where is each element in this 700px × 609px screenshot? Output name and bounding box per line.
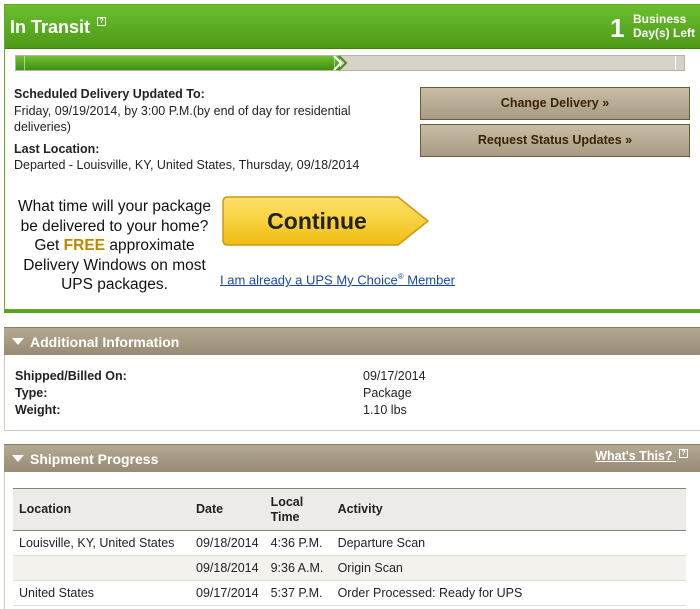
cell-location	[13, 555, 190, 581]
cell-time: 9:36 A.M.	[264, 555, 332, 581]
info-value-shipped: 09/17/2014	[363, 369, 426, 383]
caret-down-icon[interactable]	[12, 338, 24, 345]
column-header-location: Location	[13, 488, 190, 531]
cell-location: Louisville, KY, United States	[13, 530, 190, 556]
help-icon[interactable]: ?	[679, 449, 688, 458]
transit-panel: In Transit ? 1 Business Day(s) Left Sche…	[4, 4, 700, 310]
column-header-date: Date	[190, 488, 265, 531]
shipment-progress-header[interactable]: Shipment Progress What's This? ?	[4, 444, 700, 472]
column-header-activity: Activity	[331, 488, 686, 531]
last-location-label: Last Location:	[14, 142, 100, 156]
additional-information-header[interactable]: Additional Information	[4, 327, 700, 355]
column-header-local-time: Local Time	[264, 488, 332, 531]
mychoice-link-suffix: Member	[403, 272, 455, 288]
change-delivery-button[interactable]: Change Delivery »	[420, 87, 690, 120]
cell-date: 09/17/2014	[190, 580, 265, 606]
cell-date: 09/18/2014	[190, 530, 265, 556]
local-time-line1: Local	[270, 494, 304, 509]
transit-header: In Transit ? 1 Business Day(s) Left	[5, 5, 700, 49]
additional-information-title: Additional Information	[30, 334, 180, 350]
promo-free: FREE	[63, 237, 106, 254]
status-title: In Transit	[10, 17, 91, 37]
green-divider	[4, 310, 700, 313]
cell-location: United States	[13, 580, 190, 606]
additional-information-body: Shipped/Billed On: 09/17/2014 Type: Pack…	[4, 355, 700, 431]
delivery-progress-bar	[15, 55, 685, 71]
shipment-progress-title: Shipment Progress	[30, 451, 159, 467]
ups-my-choice-member-link[interactable]: I am already a UPS My Choice® Member	[220, 272, 455, 287]
cell-date: 09/18/2014	[190, 555, 265, 581]
info-key-shipped: Shipped/Billed On:	[15, 369, 127, 383]
info-key-type: Type:	[15, 386, 48, 400]
cell-activity: Departure Scan	[331, 530, 686, 556]
info-value-weight: 1.10 lbs	[363, 403, 407, 417]
whats-this-link[interactable]: What's This? ?	[595, 449, 688, 463]
table-row: United States 09/17/2014 5:37 P.M. Order…	[13, 580, 686, 606]
cell-time: 4:36 P.M.	[264, 530, 332, 556]
whats-this-label: What's This?	[595, 449, 673, 463]
days-left-count: 1	[610, 13, 625, 43]
days-label-line2: Day(s) Left	[633, 26, 696, 40]
caret-down-icon[interactable]	[12, 455, 24, 462]
progress-tick	[24, 56, 25, 70]
shipment-progress-table: Location Date Local Time Activity Louisv…	[13, 488, 686, 606]
cell-activity: Origin Scan	[331, 555, 686, 581]
table-header-row: Location Date Local Time Activity	[13, 488, 686, 531]
mychoice-link-text: I am already a UPS My Choice	[220, 272, 398, 288]
continue-button[interactable]: Continue	[222, 196, 430, 246]
scheduled-delivery-value: Friday, 09/19/2014, by 3:00 P.M.(by end …	[14, 104, 351, 134]
continue-label: Continue	[267, 208, 367, 234]
cell-time: 5:37 P.M.	[264, 580, 332, 606]
table-row: 09/18/2014 9:36 A.M. Origin Scan	[13, 555, 686, 581]
progress-end-tick	[675, 56, 676, 70]
scheduled-delivery-label: Scheduled Delivery Updated To:	[14, 87, 205, 101]
progress-arrow-icon	[333, 55, 348, 71]
help-icon[interactable]: ?	[97, 17, 106, 26]
days-left-label: Business Day(s) Left	[633, 12, 695, 40]
progress-fill	[16, 56, 340, 70]
days-label-line1: Business	[633, 12, 687, 26]
progress-ticks	[16, 56, 340, 70]
cell-activity: Order Processed: Ready for UPS	[331, 580, 686, 606]
table-row: Louisville, KY, United States 09/18/2014…	[13, 530, 686, 556]
local-time-line2: Time	[270, 509, 300, 524]
last-location-value: Departed - Louisville, KY, United States…	[14, 158, 360, 172]
promo-text: What time will your package be delivered…	[12, 197, 217, 295]
request-status-updates-button[interactable]: Request Status Updates »	[420, 124, 690, 157]
info-key-weight: Weight:	[15, 403, 61, 417]
info-value-type: Package	[363, 386, 412, 400]
